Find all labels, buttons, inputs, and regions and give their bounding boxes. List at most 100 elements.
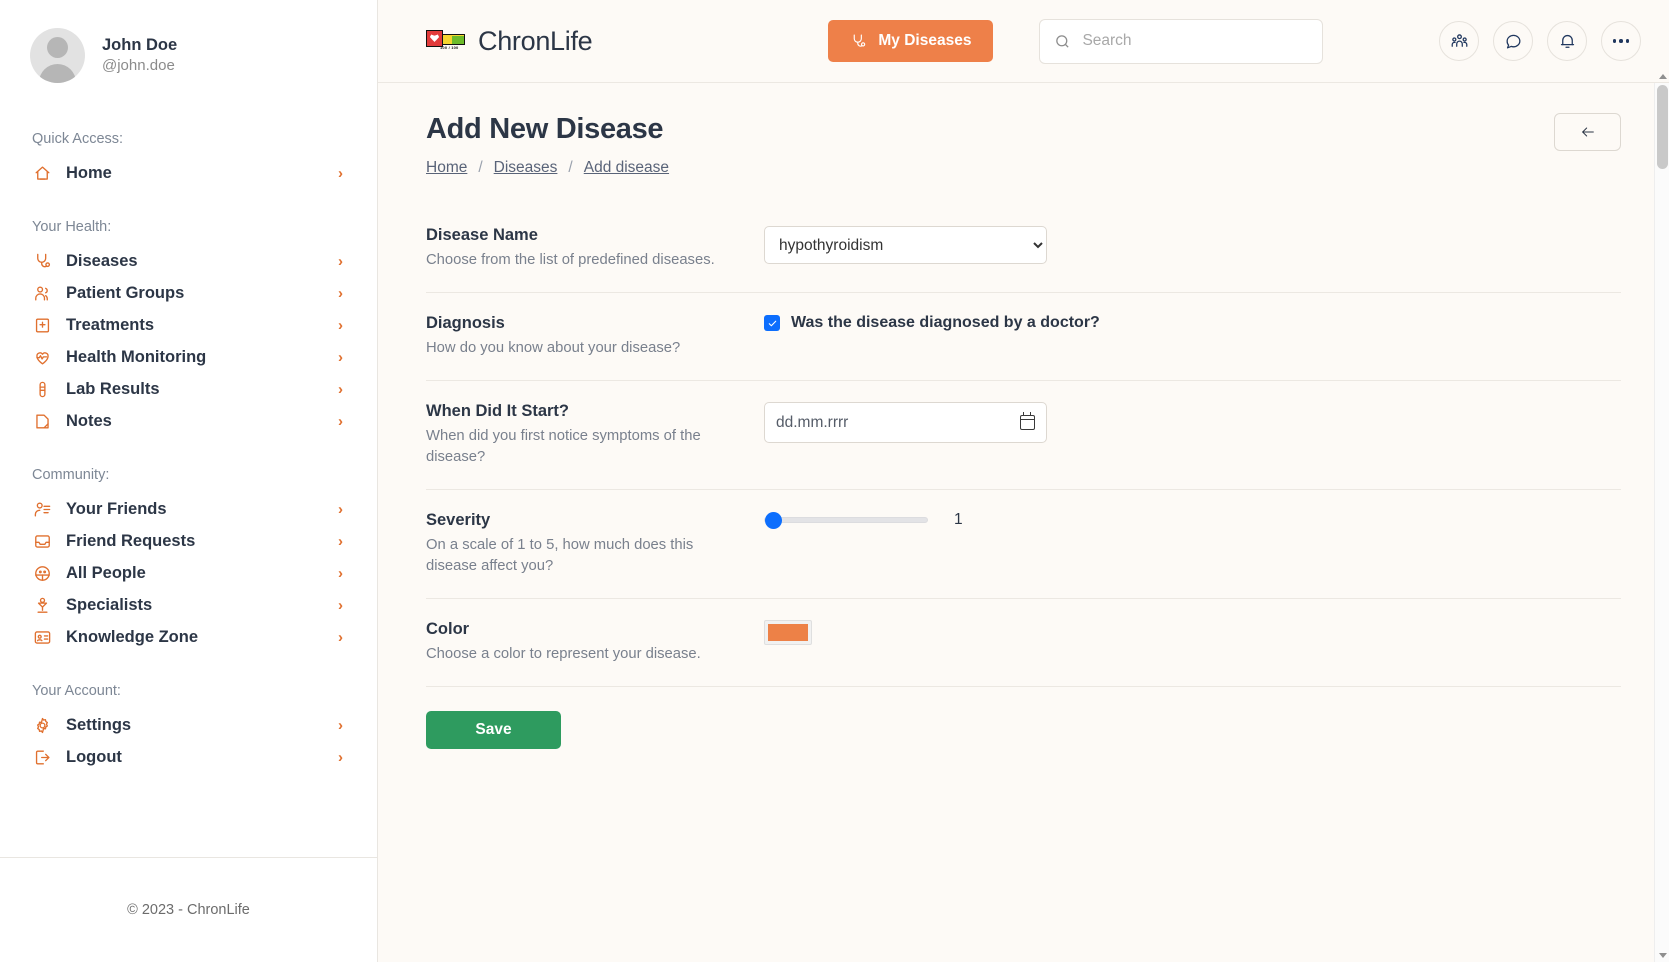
sidebar-item-diseases[interactable]: Diseases › [30,245,347,277]
more-icon [1612,39,1630,43]
diagnosis-title: Diagnosis [426,314,505,332]
vertical-scrollbar[interactable] [1654,74,1669,962]
back-button[interactable] [1554,113,1621,151]
diagnosed-checkbox-label: Was the disease diagnosed by a doctor? [791,314,1100,331]
chevron-right-icon: › [338,380,343,398]
sidebar-item-label: Health Monitoring [66,347,207,366]
test-tube-icon [32,379,52,399]
sidebar-item-label: Specialists [66,595,153,614]
sidebar-item-specialists[interactable]: Specialists › [30,589,347,621]
sidebar-item-label: Knowledge Zone [66,627,198,646]
sidebar-item-label: Notes [66,411,112,430]
scroll-up-arrow[interactable] [1658,74,1667,79]
disease-name-help: Choose from the list of predefined disea… [426,252,715,268]
calendar-icon[interactable] [1019,412,1035,430]
disease-name-title: Disease Name [426,226,538,244]
sidebar-item-label: Patient Groups [66,283,185,302]
sidebar-section: Your Health: Diseases › Patient Groups › Trea… [30,219,347,437]
scroll-down-arrow[interactable] [1658,953,1667,958]
diagnosis-help: How do you know about your disease? [426,340,681,356]
notifications-button[interactable] [1547,21,1587,61]
diagnosed-checkbox[interactable] [764,315,780,331]
sidebar-item-all-people[interactable]: All People › [30,557,347,589]
start-date-help: When did you first notice symptoms of th… [426,428,701,465]
people-button[interactable] [1439,21,1479,61]
profile-block[interactable]: John Doe @john.doe [30,28,347,83]
breadcrumb-sep: / [568,159,573,176]
users-icon [32,283,52,303]
content-area: Add New Disease Home / Diseases / Add di… [378,83,1669,962]
diagnosed-checkbox-row[interactable]: Was the disease diagnosed by a doctor? [764,314,1100,332]
brand-name: ChronLife [478,25,593,56]
app-root: John Doe @john.doe Quick Access: Home › You… [0,0,1669,962]
form-row-severity: Severity On a scale of 1 to 5, how much … [426,490,1621,599]
form-row-color: Color Choose a color to represent your d… [426,599,1621,687]
id-card-icon [32,627,52,647]
add-disease-form: Disease Name Choose from the list of pre… [426,205,1621,749]
breadcrumb-diseases[interactable]: Diseases [494,159,558,177]
my-diseases-button[interactable]: My Diseases [828,20,994,62]
start-date-field[interactable]: dd.mm.rrrr [764,402,1047,443]
save-button[interactable]: Save [426,711,561,749]
doctor-icon [32,595,52,615]
sidebar-item-settings[interactable]: Settings › [30,709,347,741]
form-row-start-date: When Did It Start? When did you first no… [426,381,1621,490]
sidebar-item-label: Settings [66,715,132,734]
breadcrumb: Home / Diseases / Add disease [426,159,669,177]
severity-slider-row: 1 [764,511,963,529]
chevron-right-icon: › [338,748,343,766]
sidebar-item-lab-results[interactable]: Lab Results › [30,373,347,405]
color-help: Choose a color to represent your disease… [426,646,701,662]
chevron-right-icon: › [338,716,343,734]
search-input[interactable] [1082,32,1309,50]
search-box[interactable] [1039,18,1324,64]
sidebar-item-logout[interactable]: Logout › [30,741,347,773]
chevron-right-icon: › [338,412,343,430]
arrow-left-icon [1581,127,1594,137]
start-date-title: When Did It Start? [426,402,569,420]
sidebar-item-notes[interactable]: Notes › [30,405,347,437]
severity-slider[interactable] [764,517,928,523]
severity-value: 1 [954,511,963,528]
profile-handle: @john.doe [102,57,175,75]
sidebar-item-label: All People [66,563,146,582]
sidebar-footer: © 2023 - ChronLife [0,857,377,962]
sidebar-item-home[interactable]: Home › [30,157,347,189]
top-bar: 100 / 100 ChronLife My Diseases [378,0,1669,83]
sidebar-item-label: Your Friends [66,499,167,518]
brand[interactable]: 100 / 100 ChronLife [426,25,593,57]
breadcrumb-home[interactable]: Home [426,159,467,177]
chevron-right-icon: › [338,252,343,270]
sidebar-item-health-monitoring[interactable]: Health Monitoring › [30,341,347,373]
sidebar-item-treatments[interactable]: Treatments › [30,309,347,341]
sidebar-item-knowledge-zone[interactable]: Knowledge Zone › [30,621,347,653]
breadcrumb-add-disease[interactable]: Add disease [584,159,669,177]
sidebar-item-your-friends[interactable]: Your Friends › [30,493,347,525]
sidebar-section-title: Your Account: [32,683,121,699]
sidebar-item-patient-groups[interactable]: Patient Groups › [30,277,347,309]
avatar [30,28,85,83]
page-header: Add New Disease Home / Diseases / Add di… [426,113,1621,177]
chevron-right-icon: › [338,500,343,518]
people-icon [1451,33,1467,47]
scrollbar-thumb[interactable] [1657,85,1668,169]
sidebar-section: Your Account: Settings › Logout › [30,683,347,773]
bell-icon [1560,34,1574,48]
sidebar-item-friend-requests[interactable]: Friend Requests › [30,525,347,557]
home-icon [32,163,52,183]
disease-name-select[interactable]: hypothyroidism [764,226,1047,264]
chat-button[interactable] [1493,21,1533,61]
color-title: Color [426,620,470,638]
form-row-diagnosis: Diagnosis How do you know about your dis… [426,293,1621,381]
stethoscope-icon [32,251,52,271]
more-button[interactable] [1601,21,1641,61]
start-date-placeholder: dd.mm.rrrr [776,413,849,431]
chevron-right-icon: › [338,316,343,334]
chevron-right-icon: › [338,284,343,302]
breadcrumb-sep: / [478,159,483,176]
severity-help: On a scale of 1 to 5, how much does this… [426,537,694,574]
logo-hp-label: 100 / 100 [440,45,459,50]
heart-pulse-icon [32,347,52,367]
color-picker[interactable] [764,620,812,645]
globe-people-icon [32,563,52,583]
